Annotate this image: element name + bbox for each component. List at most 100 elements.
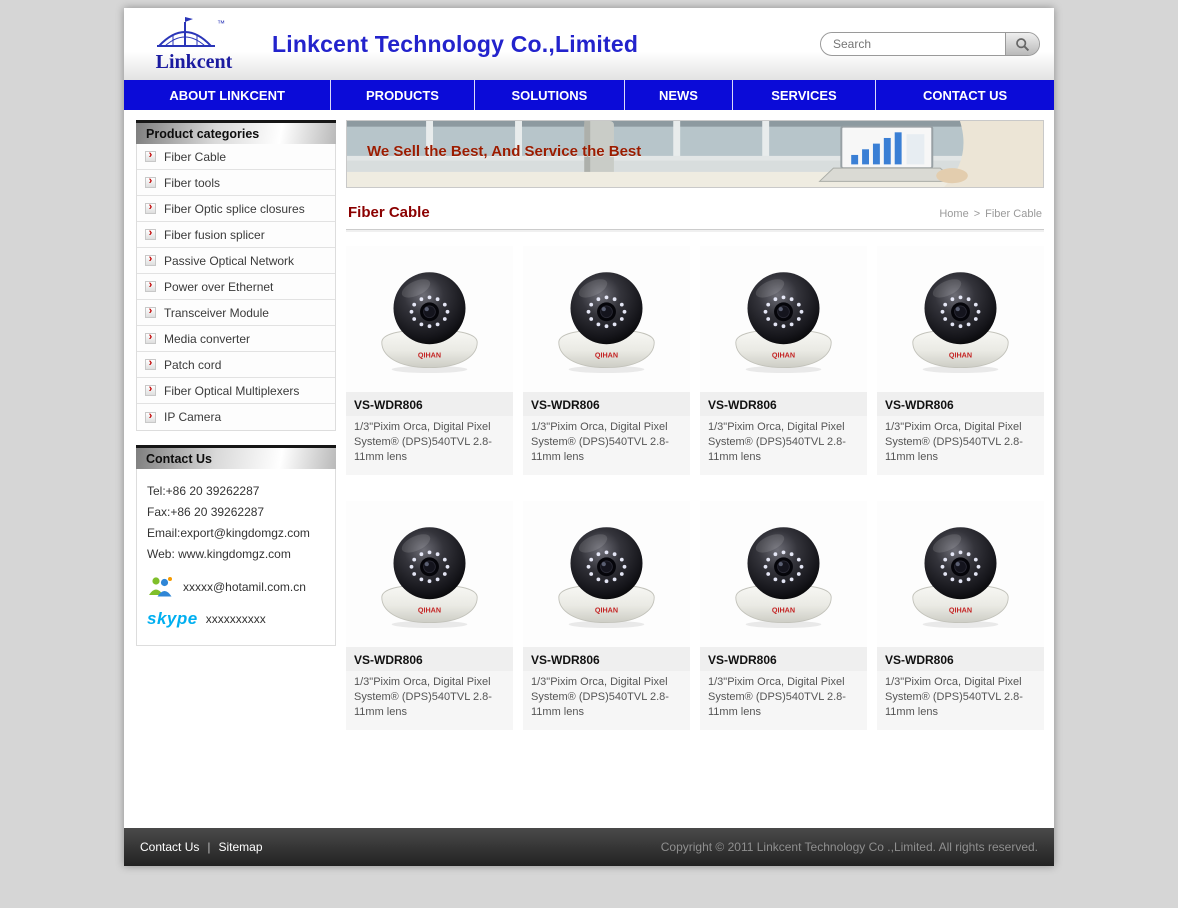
category-label: Transceiver Module <box>164 306 269 320</box>
camera-brand-text: QIHAN <box>595 351 618 360</box>
sidebar-category-item[interactable]: Patch cord <box>137 352 335 378</box>
contact-box: Tel:+86 20 39262287 Fax:+86 20 39262287 … <box>136 469 336 646</box>
category-label: Passive Optical Network <box>164 254 294 268</box>
sidebar-category-item[interactable]: IP Camera <box>137 404 335 430</box>
contact-tel: Tel:+86 20 39262287 <box>147 481 325 502</box>
camera-brand-text: QIHAN <box>418 606 441 615</box>
product-image: QIHAN <box>346 501 513 647</box>
chevron-right-icon <box>145 333 156 344</box>
product-description: 1/3"Pixim Orca, Digital Pixel System® (D… <box>877 671 1044 720</box>
sidebar-category-item[interactable]: Transceiver Module <box>137 300 335 326</box>
dome-camera-image: QIHAN <box>362 255 497 383</box>
dome-camera-image: QIHAN <box>362 510 497 638</box>
product-card[interactable]: QIHAN VS-WDR806 1/3"Pixim Orca, Digital … <box>523 246 690 475</box>
camera-brand-text: QIHAN <box>772 606 795 615</box>
nav-item-about-linkcent[interactable]: ABOUT LINKCENT <box>124 80 331 110</box>
chevron-right-icon <box>145 177 156 188</box>
sidebar-category-item[interactable]: Media converter <box>137 326 335 352</box>
product-name: VS-WDR806 <box>346 647 513 671</box>
product-card[interactable]: QIHAN VS-WDR806 1/3"Pixim Orca, Digital … <box>877 501 1044 730</box>
product-name: VS-WDR806 <box>700 647 867 671</box>
category-label: Media converter <box>164 332 250 346</box>
nav-item-products[interactable]: PRODUCTS <box>331 80 474 110</box>
nav-item-news[interactable]: NEWS <box>625 80 733 110</box>
site-logo[interactable]: ™ Linkcent <box>134 16 254 72</box>
product-card[interactable]: QIHAN VS-WDR806 1/3"Pixim Orca, Digital … <box>346 501 513 730</box>
product-description: 1/3"Pixim Orca, Digital Pixel System® (D… <box>700 416 867 465</box>
category-label: Fiber Optical Multiplexers <box>164 384 299 398</box>
product-card[interactable]: QIHAN VS-WDR806 1/3"Pixim Orca, Digital … <box>877 246 1044 475</box>
category-label: IP Camera <box>164 410 221 424</box>
product-card[interactable]: QIHAN VS-WDR806 1/3"Pixim Orca, Digital … <box>523 501 690 730</box>
search-box <box>820 32 1040 56</box>
sidebar-category-item[interactable]: Fiber Cable <box>137 144 335 170</box>
contact-us-header: Contact Us <box>136 445 336 469</box>
sidebar-category-item[interactable]: Fiber Optic splice closures <box>137 196 335 222</box>
sidebar-category-item[interactable]: Fiber tools <box>137 170 335 196</box>
product-image: QIHAN <box>877 501 1044 647</box>
main-nav: ABOUT LINKCENT PRODUCTS SOLUTIONS NEWS S… <box>124 80 1054 110</box>
category-list: Fiber Cable Fiber tools Fiber Optic spli… <box>136 144 336 431</box>
chevron-right-icon <box>145 229 156 240</box>
skype-account: xxxxxxxxxx <box>206 612 266 626</box>
camera-brand-text: QIHAN <box>949 606 972 615</box>
dome-camera-image: QIHAN <box>539 510 674 638</box>
chevron-right-icon <box>145 203 156 214</box>
content-area: Product categories Fiber Cable Fiber too… <box>124 110 1054 828</box>
page-container: ™ Linkcent Linkcent Technology Co.,Limit… <box>124 8 1054 866</box>
breadcrumb-home-link[interactable]: Home <box>939 208 968 220</box>
nav-item-contact-us[interactable]: CONTACT US <box>876 80 1054 110</box>
chevron-right-icon <box>145 385 156 396</box>
camera-brand-text: QIHAN <box>418 351 441 360</box>
category-label: Fiber fusion splicer <box>164 228 265 242</box>
product-name: VS-WDR806 <box>346 392 513 416</box>
sidebar-category-item[interactable]: Passive Optical Network <box>137 248 335 274</box>
chevron-right-icon <box>145 359 156 370</box>
product-card[interactable]: QIHAN VS-WDR806 1/3"Pixim Orca, Digital … <box>700 246 867 475</box>
product-image: QIHAN <box>346 246 513 392</box>
category-label: Patch cord <box>164 358 221 372</box>
chevron-right-icon <box>145 307 156 318</box>
dome-camera-image: QIHAN <box>716 510 851 638</box>
sidebar-category-item[interactable]: Fiber Optical Multiplexers <box>137 378 335 404</box>
search-button[interactable] <box>1005 33 1039 55</box>
sidebar-category-item[interactable]: Power over Ethernet <box>137 274 335 300</box>
footer-link-contact-us[interactable]: Contact Us <box>140 840 199 854</box>
product-name: VS-WDR806 <box>877 647 1044 671</box>
product-image: QIHAN <box>523 246 690 392</box>
dome-camera-image: QIHAN <box>539 255 674 383</box>
page-title: Fiber Cable <box>348 204 430 221</box>
product-card[interactable]: QIHAN VS-WDR806 1/3"Pixim Orca, Digital … <box>700 501 867 730</box>
product-image: QIHAN <box>700 501 867 647</box>
nav-item-solutions[interactable]: SOLUTIONS <box>475 80 625 110</box>
msn-messenger-icon <box>147 575 175 599</box>
product-description: 1/3"Pixim Orca, Digital Pixel System® (D… <box>700 671 867 720</box>
search-input[interactable] <box>821 33 1005 55</box>
chevron-right-icon <box>145 281 156 292</box>
contact-email: Email:export@kingdomgz.com <box>147 523 325 544</box>
contact-web: Web: www.kingdomgz.com <box>147 544 325 565</box>
search-icon <box>1015 37 1030 52</box>
main-area: We Sell the Best, And Service the Best F… <box>346 120 1044 730</box>
banner-slogan: We Sell the Best, And Service the Best <box>367 143 641 160</box>
product-card[interactable]: QIHAN VS-WDR806 1/3"Pixim Orca, Digital … <box>346 246 513 475</box>
footer-links: Contact Us | Sitemap <box>140 840 263 854</box>
breadcrumb-current: Fiber Cable <box>985 208 1042 220</box>
footer-link-sitemap[interactable]: Sitemap <box>218 840 262 854</box>
dome-camera-image: QIHAN <box>716 255 851 383</box>
product-description: 1/3"Pixim Orca, Digital Pixel System® (D… <box>877 416 1044 465</box>
product-name: VS-WDR806 <box>700 392 867 416</box>
msn-row: xxxxx@hotamil.com.cn <box>147 575 325 599</box>
product-image: QIHAN <box>700 246 867 392</box>
svg-text:™: ™ <box>217 19 225 28</box>
nav-item-services[interactable]: SERVICES <box>733 80 876 110</box>
sidebar-category-item[interactable]: Fiber fusion splicer <box>137 222 335 248</box>
product-description: 1/3"Pixim Orca, Digital Pixel System® (D… <box>523 416 690 465</box>
banner: We Sell the Best, And Service the Best <box>346 120 1044 188</box>
footer-separator: | <box>207 840 210 854</box>
site-footer: Contact Us | Sitemap Copyright © 2011 Li… <box>124 828 1054 866</box>
product-description: 1/3"Pixim Orca, Digital Pixel System® (D… <box>346 671 513 720</box>
camera-brand-text: QIHAN <box>949 351 972 360</box>
breadcrumb-separator: > <box>974 208 980 220</box>
product-name: VS-WDR806 <box>523 647 690 671</box>
